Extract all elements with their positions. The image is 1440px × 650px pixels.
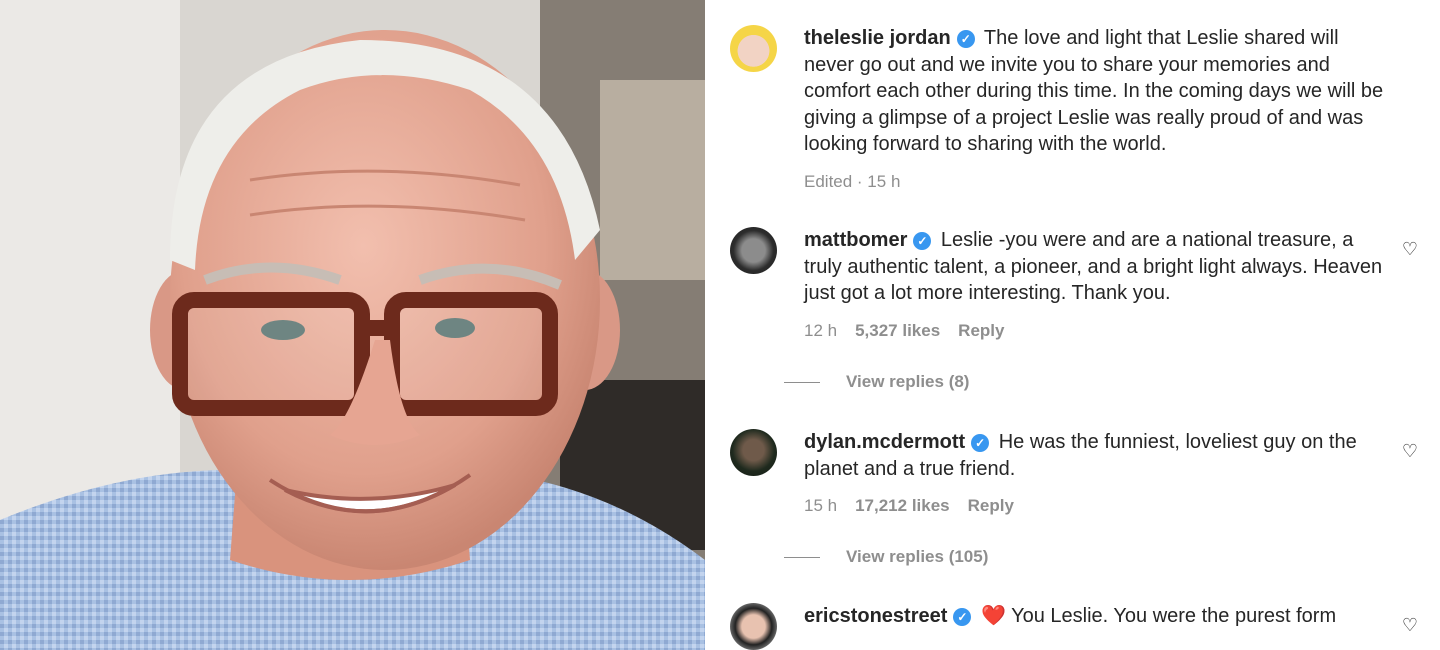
comment-time[interactable]: 15 h (804, 496, 837, 516)
avatar[interactable] (730, 227, 777, 274)
verified-badge-icon: ✓ (956, 30, 975, 48)
username[interactable]: ericstonestreet (804, 605, 947, 627)
post-photo (0, 0, 705, 650)
verified-badge-icon: ✓ (971, 434, 990, 452)
comment-text: mattbomer ✓ Leslie -you were and are a na… (804, 227, 1394, 307)
comments-panel: theleslie jordan ✓ The love and light tha… (705, 0, 1440, 650)
username[interactable]: dylan.mcdermott (804, 431, 965, 453)
reply-button[interactable]: Reply (968, 496, 1014, 516)
comment-body: You Leslie. You were the purest form (1011, 605, 1337, 627)
edited-timestamp: Edited · 15 h (804, 171, 901, 191)
username[interactable]: mattbomer (804, 229, 907, 251)
avatar[interactable] (730, 429, 777, 476)
comment-meta: Edited · 15 h (804, 172, 1394, 192)
comment-text: dylan.mcdermott ✓ He was the funniest, lo… (804, 429, 1394, 482)
divider-line (784, 556, 820, 558)
view-replies-button[interactable]: View replies (8) (784, 372, 969, 392)
verified-badge-icon: ✓ (913, 232, 932, 250)
avatar[interactable] (730, 603, 777, 650)
likes-count[interactable]: 17,212 likes (855, 496, 950, 516)
comment-text: ericstonestreet ✓ ❤️ You Leslie. You were… (804, 603, 1394, 630)
red-heart-emoji: ❤️ (980, 605, 1006, 627)
avatar[interactable] (730, 25, 777, 72)
heart-outline-icon[interactable]: ♡ (1400, 441, 1420, 461)
portrait-illustration (0, 0, 705, 650)
comment-meta: 15 h 17,212 likes Reply (804, 496, 1394, 516)
view-replies-button[interactable]: View replies (105) (784, 547, 988, 567)
verified-badge-icon: ✓ (953, 608, 972, 626)
heart-outline-icon[interactable]: ♡ (1400, 239, 1420, 259)
comment-text: theleslie jordan ✓ The love and light tha… (804, 25, 1394, 158)
reply-button[interactable]: Reply (958, 321, 1004, 341)
view-replies-label: View replies (105) (846, 547, 989, 566)
username[interactable]: theleslie jordan (804, 27, 951, 49)
likes-count[interactable]: 5,327 likes (855, 321, 940, 341)
heart-outline-icon[interactable]: ♡ (1400, 615, 1420, 635)
comment-meta: 12 h 5,327 likes Reply (804, 321, 1394, 341)
view-replies-label: View replies (8) (846, 372, 970, 391)
comment-time[interactable]: 12 h (804, 321, 837, 341)
divider-line (784, 381, 820, 383)
